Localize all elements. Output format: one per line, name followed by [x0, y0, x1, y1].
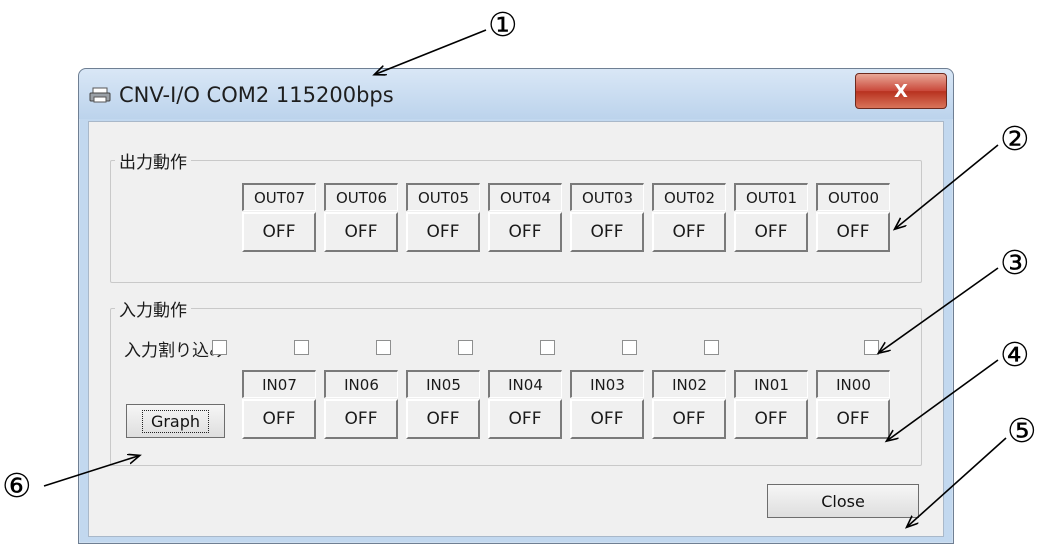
arrow-3 [880, 267, 999, 352]
arrow-1 [376, 29, 487, 74]
arrow-4 [888, 359, 999, 440]
arrow-6 [43, 456, 138, 487]
annotation-arrows [43, 29, 1007, 545]
arrow-5 [908, 437, 1007, 526]
arrow-2 [896, 144, 999, 228]
